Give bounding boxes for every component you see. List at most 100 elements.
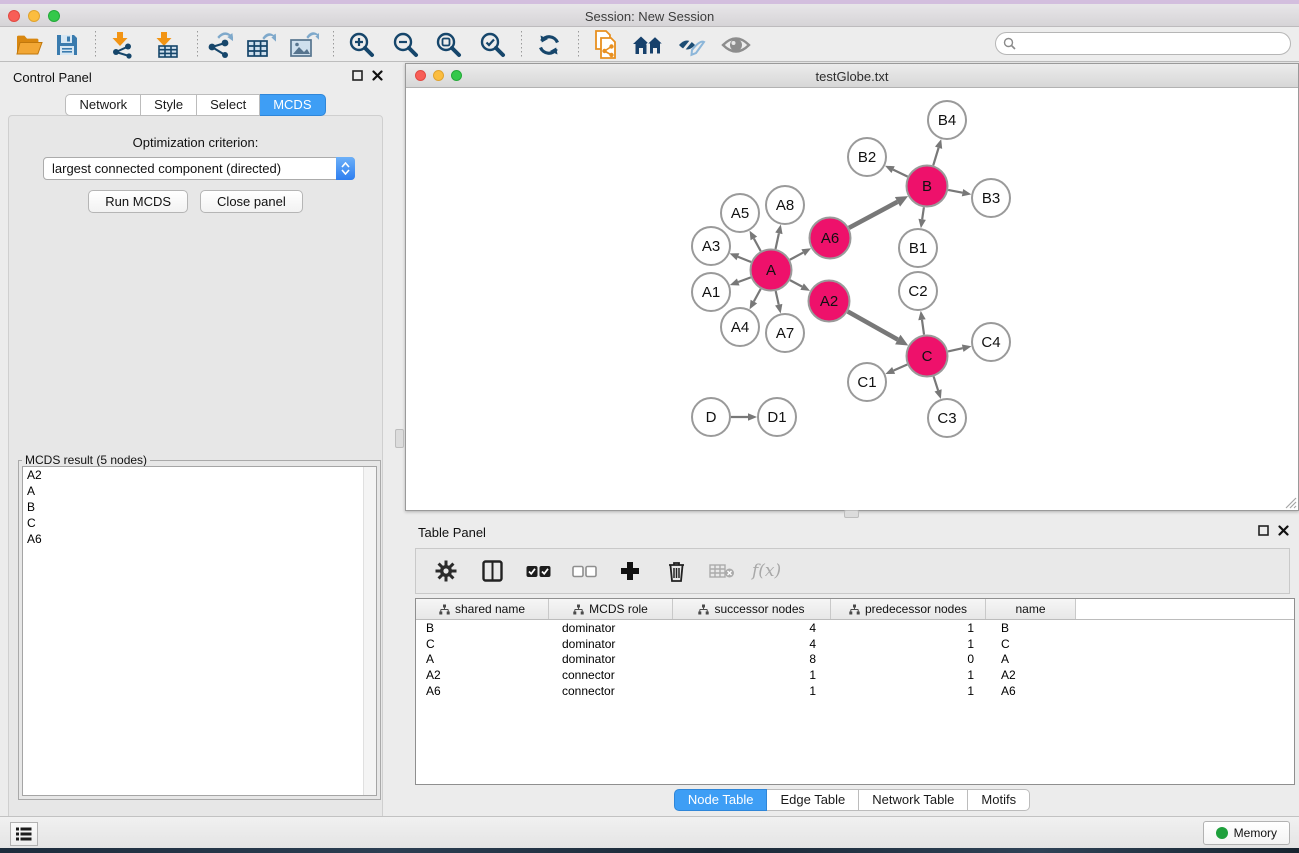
edge-C-C2[interactable] (922, 320, 924, 335)
table-row[interactable]: Bdominator41B (416, 620, 1294, 636)
edge-C-C4[interactable] (948, 348, 963, 351)
edge-A-A1[interactable] (738, 277, 751, 282)
tab-style[interactable]: Style (141, 94, 197, 116)
node-B4[interactable]: B4 (928, 101, 966, 139)
edge-A-A3[interactable] (738, 257, 751, 262)
node-A6[interactable]: A6 (810, 218, 851, 259)
node-D1[interactable]: D1 (758, 398, 796, 436)
node-B2[interactable]: B2 (848, 138, 886, 176)
node-A3[interactable]: A3 (692, 227, 730, 265)
edge-A-A6[interactable] (790, 253, 803, 260)
table-row[interactable]: Adominator80A (416, 652, 1294, 668)
result-item-b[interactable]: B (23, 499, 376, 515)
toggle-graphics-details-button[interactable] (673, 29, 709, 60)
network-graph[interactable]: B4B2BB3A8A5A6A3B1AA1C2A2A4A7C4CC1C3DD1 (406, 88, 1298, 510)
node-B3[interactable]: B3 (972, 179, 1010, 217)
edge-A-A2[interactable] (790, 280, 802, 286)
show-hide-panel-button[interactable] (718, 29, 754, 60)
table-row[interactable]: A2connector11A2 (416, 667, 1294, 683)
tab-network-table[interactable]: Network Table (859, 789, 968, 811)
refresh-layout-button[interactable] (531, 29, 567, 60)
tab-network[interactable]: Network (65, 94, 141, 116)
table-row[interactable]: Cdominator41C (416, 636, 1294, 652)
edge-B-B2[interactable] (893, 170, 908, 177)
column-header-mcds-role[interactable]: MCDS role (549, 599, 673, 619)
tab-edge-table[interactable]: Edge Table (767, 789, 859, 811)
open-session-button[interactable] (11, 29, 47, 60)
close-panel-button[interactable]: Close panel (200, 190, 303, 213)
table-options-gear-button[interactable] (430, 554, 462, 588)
edge-A-A4[interactable] (754, 289, 761, 302)
node-C3[interactable]: C3 (928, 399, 966, 437)
zoom-in-button[interactable] (344, 29, 380, 60)
task-history-button[interactable] (10, 822, 38, 846)
edge-A-A7[interactable] (776, 291, 779, 305)
vertical-split-handle[interactable] (395, 429, 404, 448)
import-network-button[interactable] (104, 29, 140, 60)
result-item-a6[interactable]: A6 (23, 531, 376, 547)
edge-B-B1[interactable] (922, 207, 924, 219)
zoom-out-button[interactable] (388, 29, 424, 60)
optimization-criterion-select[interactable]: largest connected component (directed) (43, 157, 355, 180)
create-column-button[interactable] (614, 554, 646, 588)
resize-grip-icon[interactable] (1284, 496, 1297, 509)
import-table-button[interactable] (148, 29, 184, 60)
mcds-result-list[interactable]: A2ABCA6 (22, 466, 377, 796)
deselect-all-columns-button[interactable] (568, 554, 600, 588)
column-header-shared-name[interactable]: shared name (416, 599, 549, 619)
node-C2[interactable]: C2 (899, 272, 937, 310)
edge-A-A8[interactable] (776, 233, 779, 249)
column-header-predecessor-nodes[interactable]: predecessor nodes (831, 599, 986, 619)
tab-mcds[interactable]: MCDS (260, 94, 325, 116)
home-view-button[interactable] (630, 29, 666, 60)
node-table[interactable]: shared nameMCDS rolesuccessor nodesprede… (415, 598, 1295, 785)
export-network-button[interactable] (201, 29, 237, 60)
memory-button[interactable]: Memory (1203, 821, 1290, 845)
edge-B-B4[interactable] (933, 148, 938, 166)
horizontal-split-handle[interactable] (844, 510, 859, 518)
export-table-button[interactable] (243, 29, 279, 60)
show-columns-button[interactable] (476, 554, 508, 588)
node-C[interactable]: C (907, 336, 948, 377)
edge-A-A5[interactable] (754, 238, 761, 251)
edge-A6-B[interactable] (849, 202, 898, 228)
node-A5[interactable]: A5 (721, 194, 759, 232)
edge-C-C3[interactable] (934, 376, 938, 390)
result-item-a[interactable]: A (23, 483, 376, 499)
node-D[interactable]: D (692, 398, 730, 436)
column-header-name[interactable]: name (986, 599, 1076, 619)
close-panel-icon[interactable] (1278, 525, 1289, 536)
tab-motifs[interactable]: Motifs (968, 789, 1030, 811)
node-A4[interactable]: A4 (721, 308, 759, 346)
node-A2[interactable]: A2 (809, 281, 850, 322)
save-session-button[interactable] (49, 29, 85, 60)
edge-C-C1[interactable] (894, 365, 908, 371)
run-mcds-button[interactable]: Run MCDS (88, 190, 188, 213)
node-C4[interactable]: C4 (972, 323, 1010, 361)
edge-B-B3[interactable] (948, 190, 962, 193)
tab-select[interactable]: Select (197, 94, 260, 116)
search-box[interactable] (995, 32, 1291, 55)
zoom-selected-button[interactable] (475, 29, 511, 60)
result-item-a2[interactable]: A2 (23, 467, 376, 483)
result-item-c[interactable]: C (23, 515, 376, 531)
column-header-successor-nodes[interactable]: successor nodes (673, 599, 831, 619)
network-canvas[interactable]: B4B2BB3A8A5A6A3B1AA1C2A2A4A7C4CC1C3DD1 (406, 88, 1298, 510)
export-image-button[interactable] (286, 29, 322, 60)
node-A[interactable]: A (751, 250, 792, 291)
edge-A2-C[interactable] (848, 312, 898, 340)
node-C1[interactable]: C1 (848, 363, 886, 401)
delete-columns-button[interactable] (660, 554, 692, 588)
select-all-columns-button[interactable] (522, 554, 554, 588)
result-scrollbar[interactable] (363, 467, 376, 795)
float-panel-icon[interactable] (1258, 525, 1269, 536)
node-A1[interactable]: A1 (692, 273, 730, 311)
node-B1[interactable]: B1 (899, 229, 937, 267)
node-A7[interactable]: A7 (766, 314, 804, 352)
search-input[interactable] (1020, 37, 1290, 51)
node-B[interactable]: B (907, 166, 948, 207)
tab-node-table[interactable]: Node Table (674, 789, 768, 811)
zoom-fit-button[interactable] (431, 29, 467, 60)
network-window-titlebar[interactable]: testGlobe.txt (406, 64, 1298, 88)
table-row[interactable]: A6connector11A6 (416, 683, 1294, 699)
